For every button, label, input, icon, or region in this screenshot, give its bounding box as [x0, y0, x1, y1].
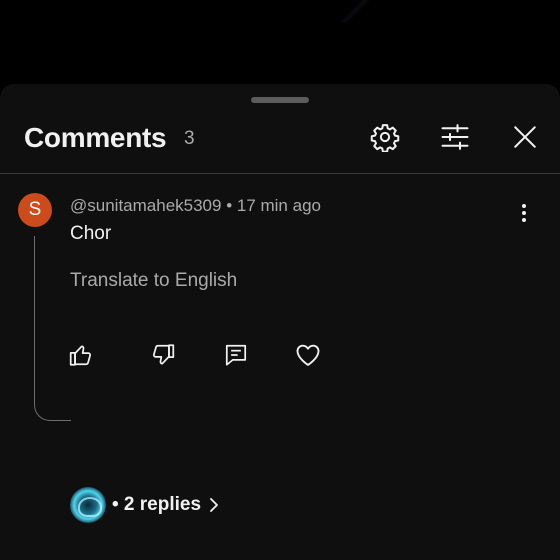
comment-actions	[0, 338, 560, 374]
comments-count: 3	[184, 128, 195, 149]
header-divider	[0, 173, 560, 174]
close-icon	[514, 126, 536, 148]
reply-button[interactable]	[219, 338, 253, 372]
comment-meta: @sunitamahek5309 • 17 min ago	[70, 196, 321, 215]
video-area	[0, 0, 560, 86]
heart-button[interactable]	[291, 338, 325, 372]
settings-button[interactable]	[368, 120, 402, 154]
comments-sheet: Comments 3 S @sunitamahek5309 • 17 min a…	[0, 84, 560, 560]
replies-count: • 2 replies	[112, 494, 202, 515]
more-options-button[interactable]	[512, 200, 536, 226]
thread-line	[34, 236, 71, 421]
comments-title: Comments	[24, 122, 167, 153]
dislike-button[interactable]	[146, 338, 180, 372]
sort-filter-button[interactable]	[438, 120, 472, 154]
close-button[interactable]	[508, 120, 542, 154]
gear-icon	[370, 124, 400, 152]
reply-avatar	[70, 487, 106, 523]
avatar[interactable]: S	[18, 193, 52, 227]
drag-handle[interactable]	[251, 97, 309, 103]
thumbs-up-icon	[69, 345, 92, 366]
heart-icon	[296, 344, 320, 366]
more-vert-icon	[522, 204, 526, 222]
comments-header: Comments 3	[0, 112, 560, 172]
chevron-right-icon	[210, 498, 218, 512]
view-replies-button[interactable]: • 2 replies	[70, 486, 219, 524]
translate-link[interactable]: Translate to English	[70, 270, 237, 292]
thumbs-down-icon	[152, 344, 175, 365]
like-button[interactable]	[64, 338, 98, 372]
sliders-icon	[441, 124, 469, 150]
comment-text: Chor	[70, 223, 112, 244]
reply-icon	[225, 344, 247, 366]
avatar-letter: S	[28, 199, 42, 220]
